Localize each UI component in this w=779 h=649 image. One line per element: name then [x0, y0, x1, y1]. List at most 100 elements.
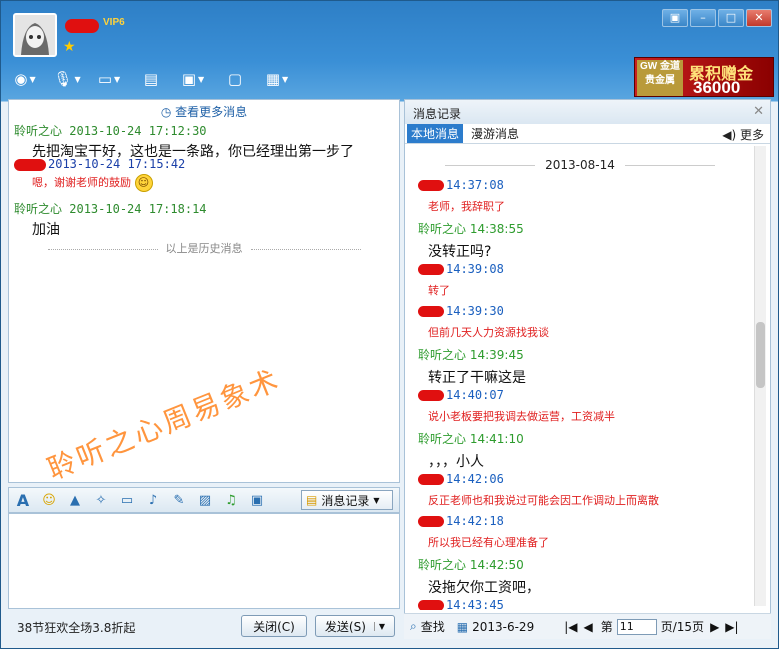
history-divider: 以上是历史消息	[9, 240, 399, 256]
message-text: 加油	[32, 222, 60, 238]
calendar-icon[interactable]: ▦	[457, 620, 468, 634]
message-time: 14:43:45	[446, 598, 504, 610]
message-time: 14:40:07	[446, 388, 504, 402]
more-button[interactable]: ◀) 更多	[722, 126, 764, 143]
share-screen-button[interactable]: ▢	[219, 67, 251, 91]
history-row-header: 14:42:18	[418, 514, 549, 528]
next-page-button[interactable]: ▶	[710, 620, 719, 634]
message-text: 转正了干嘛这是	[428, 370, 526, 386]
voice-call-button[interactable]: 🎙 ▼	[51, 67, 83, 91]
title-bar: VIP6 ★ ▣ – □ ✕	[1, 1, 778, 61]
tab-local-messages[interactable]: 本地消息	[407, 124, 464, 143]
send-label: 发送(S)	[324, 619, 366, 634]
qq-chat-window: VIP6 ★ ▣ – □ ✕ ◉ ▼ 🎙 ▼ ▭ ▼ ▤ ▣ ▼ ▢ ▦ ▼ GW 金道贵…	[0, 0, 779, 649]
redacted-sender	[418, 390, 444, 401]
webcam-icon: ◉	[14, 70, 28, 88]
chat-bubble-icon: ▤	[306, 493, 318, 507]
music-button[interactable]: ♫	[221, 490, 241, 510]
history-list[interactable]: 2013-08-14 14:37:08 老师，我辞职了 聆听之心 14:38:55 没…	[405, 144, 755, 610]
message-time: 14:38:55	[469, 222, 524, 236]
view-more-messages-link[interactable]: ◷ 查看更多消息	[9, 103, 399, 120]
main-toolbar: ◉ ▼ 🎙 ▼ ▭ ▼ ▤ ▣ ▼ ▢ ▦ ▼	[9, 65, 293, 93]
scissors-icon: ▭	[120, 492, 134, 508]
message-text: 所以我已经有心理准备了	[428, 536, 549, 549]
message-history-panel: 消息记录 ✕ 本地消息 漫游消息 ◀) 更多 2013-08-14 14:37:…	[404, 99, 771, 639]
apps-button[interactable]: ▦ ▼	[261, 67, 293, 91]
send-button[interactable]: 发送(S) ▼	[315, 615, 395, 637]
page-prefix: 第	[600, 620, 613, 634]
message-text: 老师，我辞职了	[428, 200, 505, 213]
tab-roaming-messages[interactable]: 漫游消息	[467, 124, 523, 143]
magic-emoji-button[interactable]: ✧	[91, 490, 111, 510]
date-filter[interactable]: 2013-6-29	[472, 620, 534, 634]
input-toolbar: A ☺ ▲ ✧ ▭ ♪ ✎ ▨ ♫ ▣ ▤ 消息记录 ▼	[8, 487, 400, 513]
close-icon[interactable]: ✕	[753, 104, 764, 119]
smiley-icon: ☺	[134, 174, 153, 192]
history-row: 14:39:08 转了	[418, 262, 504, 298]
redacted-sender	[14, 158, 46, 171]
history-row: 14:39:30 但前几天人力资源找我谈	[418, 304, 549, 340]
message-text: 说小老板要把我调去做运营，工资减半	[428, 410, 615, 423]
doodle-button[interactable]: ✎	[169, 490, 189, 510]
ad-amount: 36000	[693, 78, 741, 97]
vip-badge: VIP6	[103, 17, 125, 28]
screen-share-icon: ▢	[227, 70, 243, 88]
message-header: 2013-10-24 17:15:42	[14, 157, 185, 171]
page-number-input[interactable]: 11	[616, 618, 657, 635]
history-row-header: 14:39:08	[418, 262, 504, 276]
history-row-header: 聆听之心 14:39:45	[418, 346, 526, 363]
maximize-button[interactable]: □	[718, 9, 744, 27]
create-discussion-button[interactable]: ▤	[135, 67, 167, 91]
font-button[interactable]: A	[13, 490, 33, 510]
last-page-button[interactable]: ▶|	[725, 620, 738, 634]
history-row-header: 聆听之心 14:41:10	[418, 430, 524, 447]
scrollbar-thumb[interactable]	[756, 322, 765, 388]
chevron-down-icon: ▼	[198, 74, 205, 84]
avatar[interactable]	[13, 13, 57, 57]
send-file-button[interactable]: ▭ ▼	[93, 67, 125, 91]
chevron-down-icon: ▼	[373, 495, 380, 505]
promo-link[interactable]: 38节狂欢全场3.8折起	[17, 619, 135, 636]
screen-capture-button[interactable]: ▣	[247, 490, 267, 510]
search-button[interactable]: 查找	[421, 618, 445, 635]
history-scrollbar[interactable]	[754, 146, 766, 606]
redacted-sender	[418, 516, 444, 527]
sender-name: 聆听之心	[418, 558, 467, 572]
search-icon[interactable]: ⌕	[410, 619, 417, 634]
message-time: 14:39:08	[446, 262, 504, 276]
history-title: 消息记录	[405, 100, 770, 124]
send-options-chevron[interactable]: ▼	[373, 621, 385, 631]
voice-message-button[interactable]: ♪	[143, 490, 163, 510]
history-row: 14:42:18 所以我已经有心理准备了	[418, 514, 549, 550]
sender-name: 聆听之心	[418, 222, 467, 236]
message-header: 聆听之心 2013-10-24 17:18:14	[14, 200, 207, 217]
ad-banner[interactable]: GW 金道贵金属 累积赠金 36000	[634, 57, 774, 97]
message-time: 2013-10-24 17:12:30	[69, 124, 207, 138]
first-page-button[interactable]: |◀	[564, 620, 577, 634]
message-input[interactable]	[8, 513, 400, 609]
history-row: 14:43:45	[418, 598, 504, 610]
send-image-button[interactable]: ▨	[195, 490, 215, 510]
minimize-button[interactable]: –	[690, 9, 716, 27]
shake-button[interactable]: ▲	[65, 490, 85, 510]
history-row-header: 14:42:06	[418, 472, 659, 486]
close-button[interactable]: 关闭(C)	[241, 615, 307, 637]
message-text: 转了	[428, 284, 450, 297]
video-call-button[interactable]: ◉ ▼	[9, 67, 41, 91]
close-window-button[interactable]: ✕	[746, 9, 772, 27]
history-row-header: 14:37:08	[418, 178, 505, 192]
chevron-down-icon: ▼	[282, 74, 289, 84]
message-text: 但前几天人力资源找我谈	[428, 326, 549, 339]
prev-page-button[interactable]: ◀	[583, 620, 592, 634]
microphone-icon: ♪	[148, 492, 158, 508]
message-time: 14:39:30	[446, 304, 504, 318]
redacted-sender	[418, 474, 444, 485]
emoji-button[interactable]: ☺	[39, 490, 59, 510]
chevron-down-icon: ▼	[29, 74, 36, 84]
remote-desktop-button[interactable]: ▣ ▼	[177, 67, 209, 91]
screenshot-button[interactable]: ▭	[117, 490, 137, 510]
sender-name: 聆听之心	[418, 348, 467, 362]
message-record-button[interactable]: ▤ 消息记录 ▼	[301, 490, 393, 510]
skin-button[interactable]: ▣	[662, 9, 688, 27]
redacted-sender	[418, 264, 444, 275]
